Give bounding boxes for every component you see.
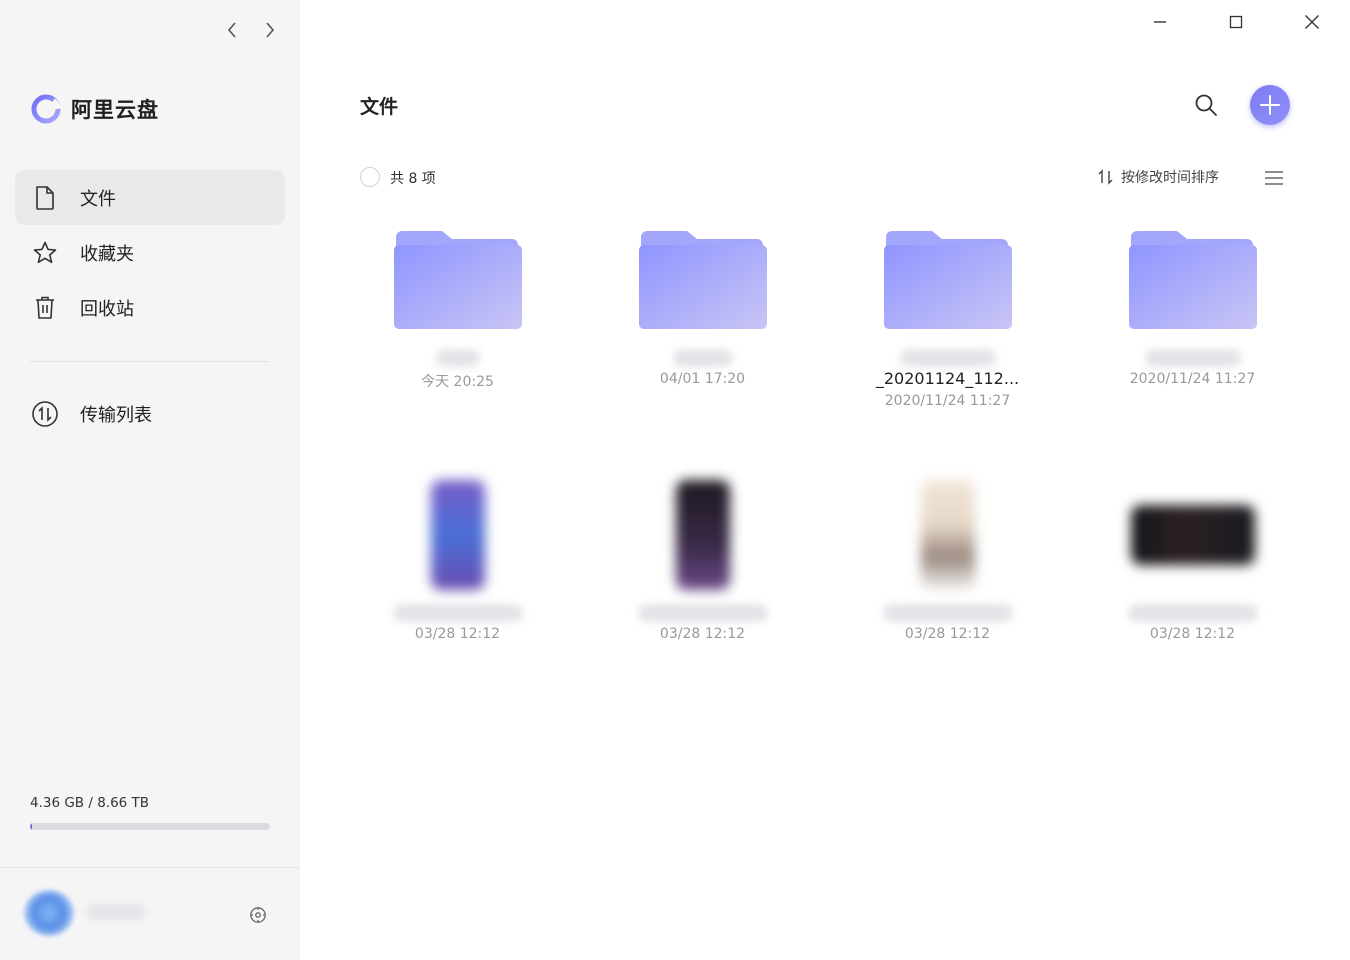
storage-progress-fill xyxy=(30,823,32,830)
file-card-folder[interactable]: 今天 20:25 xyxy=(360,215,555,391)
file-card-image[interactable]: 03/28 12:12 xyxy=(605,470,800,642)
select-all-checkbox[interactable] xyxy=(360,167,380,187)
file-time: 03/28 12:12 xyxy=(659,626,746,642)
file-card-folder[interactable]: 04/01 17:20 xyxy=(605,215,800,387)
file-card-folder[interactable]: 2020/11/24 11:27 xyxy=(1095,215,1290,387)
user-area xyxy=(0,867,300,960)
file-time: 03/28 12:12 xyxy=(904,626,991,642)
star-icon xyxy=(31,239,59,267)
sidebar-item-label: 文件 xyxy=(80,188,116,210)
sidebar-item-label: 传输列表 xyxy=(80,404,152,426)
search-icon xyxy=(1195,94,1217,116)
list-view-icon xyxy=(1265,171,1283,185)
file-name-blurred xyxy=(637,604,768,622)
transfer-section: 传输列表 xyxy=(15,386,285,441)
sidebar-item-favorites[interactable]: 收藏夹 xyxy=(15,225,285,280)
add-button[interactable] xyxy=(1250,85,1290,125)
image-thumbnail xyxy=(1095,470,1290,600)
folder-icon xyxy=(393,231,522,329)
app-name: 阿里云盘 xyxy=(71,98,159,122)
image-thumbnail xyxy=(605,470,800,600)
transfer-icon xyxy=(31,400,59,428)
sort-button[interactable]: 按修改时间排序 xyxy=(1097,167,1219,187)
folder-icon xyxy=(1128,231,1257,329)
forward-button[interactable] xyxy=(260,18,280,42)
chevron-right-icon xyxy=(266,22,275,38)
view-toggle-button[interactable] xyxy=(1263,167,1285,189)
app-window: 阿里云盘 文件 收藏夹 回收站 传输列表 4.36 GB / 8.66 TB 文… xyxy=(0,0,1350,960)
file-card-image[interactable]: 03/28 12:12 xyxy=(360,470,555,642)
image-thumbnail xyxy=(850,470,1045,600)
file-card-image[interactable]: 03/28 12:12 xyxy=(850,470,1045,642)
file-name-blurred xyxy=(899,349,996,367)
close-icon xyxy=(1305,15,1319,29)
file-name-blurred xyxy=(882,604,1013,622)
main-content: 文件 共 8 项 按修改时间排序 今天 20:25 04/01 17:20 _2… xyxy=(300,0,1350,960)
storage-text: 4.36 GB / 8.66 TB xyxy=(30,795,150,811)
sidebar-item-label: 回收站 xyxy=(80,298,134,320)
close-button[interactable] xyxy=(1274,8,1350,36)
search-button[interactable] xyxy=(1193,92,1219,118)
sort-label: 按修改时间排序 xyxy=(1121,170,1219,186)
storage-progress-bar xyxy=(30,823,270,830)
storage-usage: 4.36 GB / 8.66 TB xyxy=(30,795,270,830)
settings-icon xyxy=(250,907,266,923)
minimize-button[interactable] xyxy=(1122,8,1198,36)
folder-icon xyxy=(883,231,1012,329)
file-name-blurred xyxy=(672,349,733,367)
file-name-blurred xyxy=(435,349,480,367)
file-time: 04/01 17:20 xyxy=(659,371,746,387)
aliyun-drive-logo-icon xyxy=(31,94,61,124)
folder-icon xyxy=(638,231,767,329)
chevron-left-icon xyxy=(227,22,236,38)
history-nav xyxy=(222,18,280,42)
file-name: _20201124_112... xyxy=(875,369,1020,388)
file-name-blurred xyxy=(392,604,523,622)
file-time: 今天 20:25 xyxy=(421,374,494,390)
image-preview xyxy=(1130,505,1255,565)
file-card-image[interactable]: 03/28 12:12 xyxy=(1095,470,1290,642)
sidebar: 阿里云盘 文件 收藏夹 回收站 传输列表 4.36 GB / 8.66 TB xyxy=(0,0,300,960)
back-button[interactable] xyxy=(222,18,242,42)
sidebar-menu: 文件 收藏夹 回收站 xyxy=(15,170,285,335)
sidebar-item-trash[interactable]: 回收站 xyxy=(15,280,285,335)
app-logo: 阿里云盘 xyxy=(29,92,159,126)
folder-thumbnail xyxy=(850,215,1045,345)
image-preview xyxy=(920,480,975,590)
plus-icon xyxy=(1260,95,1280,115)
image-thumbnail xyxy=(360,470,555,600)
file-time: 2020/11/24 11:27 xyxy=(1129,371,1256,387)
page-title: 文件 xyxy=(360,96,399,118)
sort-icon xyxy=(1098,169,1113,185)
maximize-icon xyxy=(1229,15,1243,29)
file-name-blurred xyxy=(1144,349,1241,367)
username-blurred xyxy=(86,904,146,920)
settings-button[interactable] xyxy=(246,903,270,927)
folder-thumbnail xyxy=(360,215,555,345)
image-preview xyxy=(675,480,730,590)
item-count: 共 8 项 xyxy=(390,171,436,187)
sidebar-item-label: 收藏夹 xyxy=(80,243,134,265)
file-time: 2020/11/24 11:27 xyxy=(884,393,1011,409)
image-preview xyxy=(430,480,485,590)
file-icon xyxy=(31,184,59,212)
sidebar-divider xyxy=(30,361,270,362)
file-time: 03/28 12:12 xyxy=(1149,626,1236,642)
sidebar-item-files[interactable]: 文件 xyxy=(15,170,285,225)
file-time: 03/28 12:12 xyxy=(414,626,501,642)
file-name-blurred xyxy=(1127,604,1258,622)
trash-icon xyxy=(31,294,59,322)
folder-thumbnail xyxy=(1095,215,1290,345)
avatar[interactable] xyxy=(24,890,74,936)
file-card-folder[interactable]: _20201124_112... 2020/11/24 11:27 xyxy=(850,215,1045,409)
folder-thumbnail xyxy=(605,215,800,345)
window-controls xyxy=(1122,8,1350,36)
minimize-icon xyxy=(1154,21,1166,23)
maximize-button[interactable] xyxy=(1198,8,1274,36)
sidebar-item-transfers[interactable]: 传输列表 xyxy=(15,386,285,441)
list-toolbar: 共 8 项 按修改时间排序 xyxy=(360,167,1290,189)
